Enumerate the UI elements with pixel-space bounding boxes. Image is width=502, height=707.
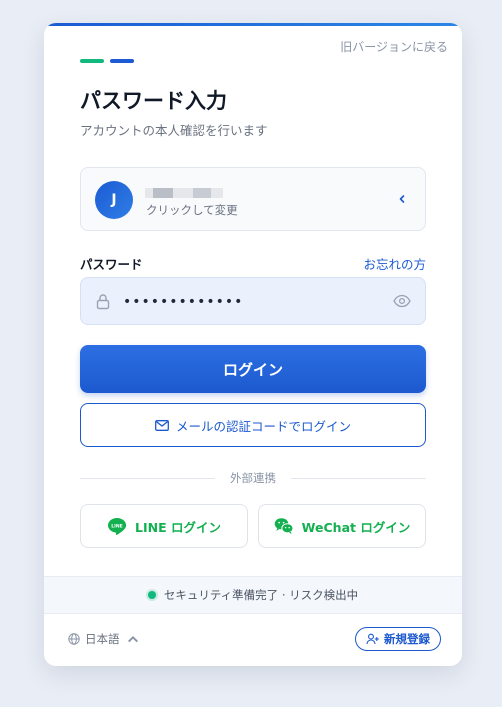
accent-bars — [80, 59, 134, 63]
password-field — [80, 277, 426, 325]
login-button[interactable]: ログイン — [80, 345, 426, 393]
chevron-left-icon — [399, 195, 405, 203]
email-code-login-button[interactable]: メールの認証コードでログイン — [80, 403, 426, 447]
line-login-button[interactable]: LINE LINE ログイン — [80, 504, 248, 548]
language-label: 日本語 — [85, 632, 120, 646]
chevron-up-icon — [127, 635, 138, 643]
page-title: パスワード入力 — [80, 89, 227, 113]
wechat-login-button[interactable]: WeChat ログイン — [258, 504, 426, 548]
add-user-icon — [366, 633, 379, 645]
avatar: J — [95, 181, 133, 219]
security-status-bar: セキュリティ準備完了 · リスク検出中 — [44, 576, 462, 614]
svg-text:LINE: LINE — [111, 524, 123, 530]
security-status-text: セキュリティ準備完了 · リスク検出中 — [163, 588, 359, 602]
wechat-login-label: WeChat ログイン — [301, 519, 411, 535]
accent-bar-green — [80, 59, 104, 63]
divider: 外部連携 — [80, 470, 426, 486]
account-change-hint: クリックして変更 — [146, 203, 238, 217]
globe-icon — [68, 633, 80, 645]
accent-bar-blue — [110, 59, 134, 63]
masked-account-id — [145, 188, 223, 198]
top-accent-bar — [44, 23, 462, 26]
password-input[interactable] — [123, 290, 383, 314]
line-icon: LINE — [108, 518, 127, 535]
email-code-login-label: メールの認証コードでログイン — [175, 418, 351, 434]
forgot-password-link[interactable]: お忘れの方 — [363, 254, 426, 273]
line-login-label: LINE ログイン — [135, 519, 221, 535]
account-selector[interactable]: J クリックして変更 — [80, 167, 426, 231]
login-card: 旧バージョンに戻る パスワード入力 アカウントの本人確認を行います J クリック… — [44, 23, 462, 666]
eye-icon[interactable] — [393, 294, 411, 308]
old-version-link[interactable]: 旧バージョンに戻る — [340, 38, 448, 55]
wechat-icon — [274, 518, 294, 534]
page-subtitle: アカウントの本人確認を行います — [80, 123, 268, 138]
register-label: 新規登録 — [384, 632, 430, 646]
language-selector[interactable]: 日本語 — [68, 631, 139, 647]
lock-icon — [96, 294, 110, 310]
register-button[interactable]: 新規登録 — [355, 627, 441, 651]
password-label: パスワード — [80, 257, 143, 272]
mail-icon — [155, 419, 169, 431]
status-dot-icon — [147, 591, 156, 599]
